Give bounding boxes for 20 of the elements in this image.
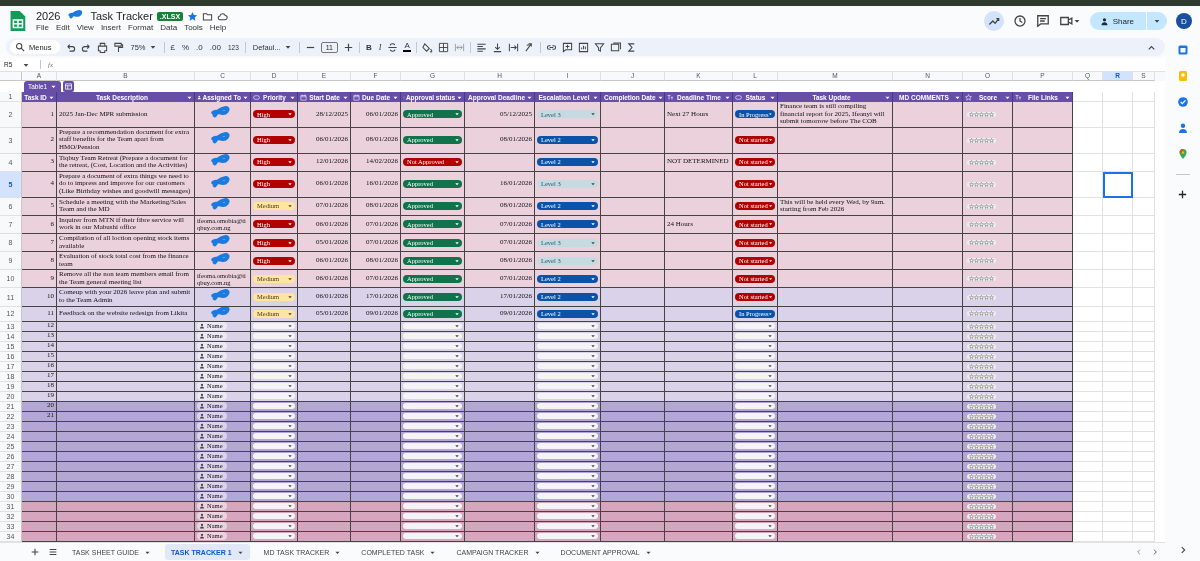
menu-item[interactable]: Help xyxy=(209,23,227,32)
menu-item[interactable]: Data xyxy=(160,23,178,32)
share-label: Share xyxy=(1112,16,1134,26)
avatar[interactable]: D xyxy=(1176,13,1192,29)
menu-item[interactable]: Insert xyxy=(100,23,121,32)
increase-decimals-button[interactable]: .00 xyxy=(208,42,222,52)
percent-button[interactable]: % xyxy=(181,42,191,52)
italic-button[interactable]: I xyxy=(377,42,383,52)
currency-button[interactable]: £ xyxy=(169,42,176,52)
text-color-button[interactable]: A xyxy=(403,42,411,52)
menu-item[interactable]: Format xyxy=(127,23,154,32)
share-button[interactable]: Share xyxy=(1089,12,1167,30)
document-title[interactable]: Task Tracker xyxy=(90,10,153,22)
menu-item[interactable]: Edit xyxy=(55,23,70,32)
decrease-decimals-button[interactable]: .0 xyxy=(195,42,204,52)
menu-item[interactable]: View xyxy=(76,23,94,32)
bold-button[interactable]: B xyxy=(365,42,373,52)
menu-item[interactable]: Tools xyxy=(184,23,203,32)
document-title[interactable]: 2026 xyxy=(36,10,61,22)
menu-item[interactable]: File xyxy=(36,23,49,32)
